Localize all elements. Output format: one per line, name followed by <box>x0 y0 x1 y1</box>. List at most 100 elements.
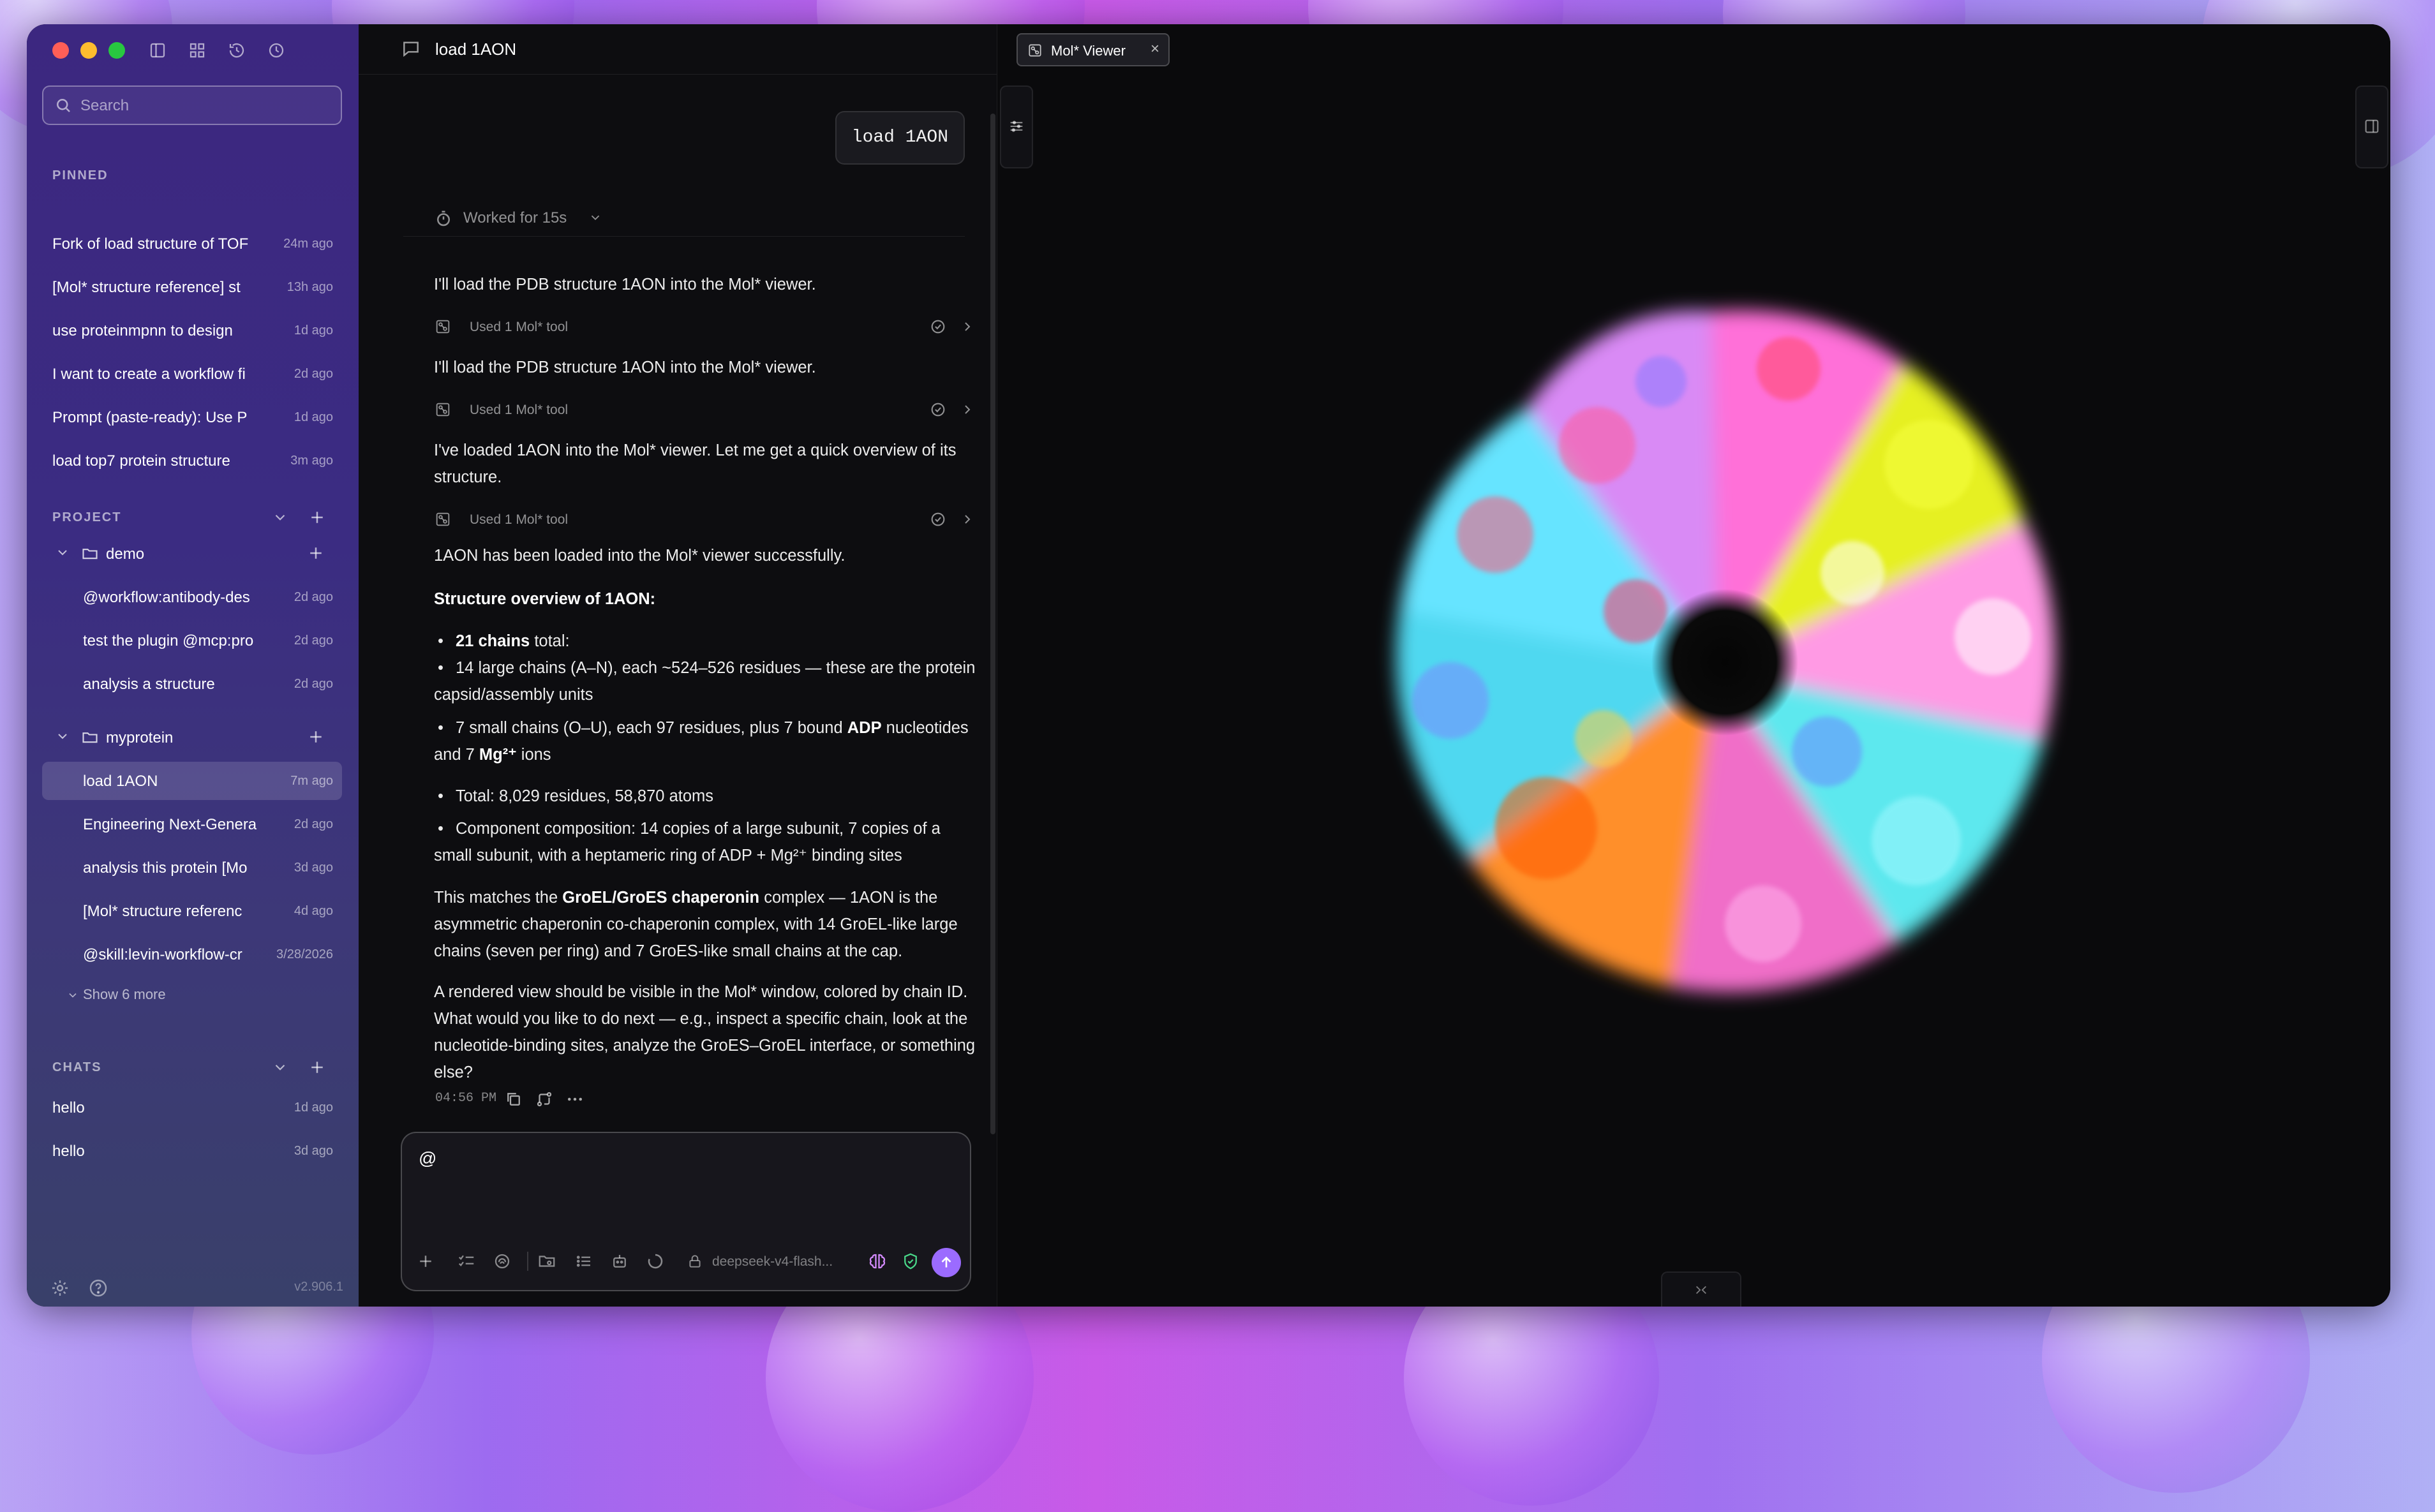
bullet-item: • 21 chains total: <box>434 628 983 655</box>
chevron-down-icon[interactable] <box>272 509 288 526</box>
project-item[interactable]: [Mol* structure referenc 4d ago <box>42 892 342 930</box>
message-timestamp: 04:56 PM <box>435 1091 497 1106</box>
minimize-window-button[interactable] <box>80 42 97 59</box>
tool-call-row[interactable]: Used 1 Mol* tool <box>434 396 983 424</box>
project-item[interactable]: analysis a structure 2d ago <box>42 665 342 703</box>
chat-item[interactable]: hello 3d ago <box>42 1132 342 1170</box>
pinned-item[interactable]: [Mol* structure reference] st 13h ago <box>42 268 342 306</box>
item-label: analysis a structure <box>83 676 215 693</box>
add-chat-icon[interactable] <box>306 544 325 563</box>
project-item[interactable]: Engineering Next-Genera 2d ago <box>42 805 342 843</box>
search-input[interactable] <box>79 87 337 125</box>
project-item[interactable]: analysis this protein [Mo 3d ago <box>42 849 342 887</box>
close-window-button[interactable] <box>52 42 69 59</box>
chat-scrollbar[interactable] <box>990 114 995 1134</box>
new-chat-icon[interactable] <box>308 1058 327 1077</box>
bullet-bold: 21 chains <box>456 632 530 650</box>
project-item[interactable]: @workflow:antibody-des 2d ago <box>42 578 342 616</box>
viewer-controls-toggle[interactable] <box>1000 85 1033 168</box>
assistant-paragraph: This matches the GroEL/GroES chaperonin … <box>434 884 983 965</box>
viewer-bottom-toggle[interactable] <box>1661 1271 1741 1307</box>
pinned-item[interactable]: Fork of load structure of TOF 24m ago <box>42 225 342 263</box>
molecule-tool-icon <box>436 512 450 526</box>
branch-icon[interactable] <box>535 1090 554 1109</box>
chat-item[interactable]: hello 1d ago <box>42 1088 342 1127</box>
bullet-dot: • <box>438 820 443 838</box>
list-icon[interactable] <box>574 1252 593 1271</box>
item-label: load 1AON <box>83 773 158 790</box>
project-item-active[interactable]: load 1AON 7m ago <box>42 762 342 800</box>
message-composer[interactable]: @ deepseek-v4-flash... <box>401 1132 971 1291</box>
send-button[interactable] <box>932 1248 961 1277</box>
close-tab-icon[interactable]: × <box>1150 40 1159 58</box>
user-message: load 1AON <box>835 111 965 165</box>
chat-header: load 1AON <box>359 24 997 75</box>
app-version: v2.906.1 <box>294 1280 343 1294</box>
robot-icon[interactable] <box>610 1252 629 1271</box>
worked-duration[interactable]: Worked for 15s <box>463 209 600 227</box>
sidebar-toggle-icon[interactable] <box>148 41 167 60</box>
protein-structure-render[interactable] <box>1304 254 2133 1083</box>
bullet-dot: • <box>438 632 443 650</box>
folder-label: demo <box>106 545 145 563</box>
folder-myprotein[interactable]: myprotein <box>42 718 342 757</box>
history-icon[interactable] <box>227 41 246 60</box>
pinned-item[interactable]: use proteinmpnn to design 1d ago <box>42 311 342 350</box>
bullet-text: 7 small chains (O–U), each 97 residues, … <box>456 719 847 737</box>
show-more-button[interactable]: Show 6 more <box>69 986 166 1003</box>
bullet-dot: • <box>438 659 443 677</box>
bullet-item: • 7 small chains (O–U), each 97 residues… <box>434 715 983 768</box>
bullet-bold: ADP <box>847 719 882 737</box>
settings-gear-icon[interactable] <box>50 1278 70 1298</box>
message-input[interactable]: @ <box>417 1147 956 1226</box>
apps-grid-icon[interactable] <box>188 41 207 60</box>
pinned-item[interactable]: I want to create a workflow fi 2d ago <box>42 355 342 393</box>
folder-demo[interactable]: demo <box>42 535 342 573</box>
item-label: hello <box>52 1143 85 1160</box>
chevron-down-icon <box>591 215 600 221</box>
clock-icon[interactable] <box>267 41 286 60</box>
add-project-icon[interactable] <box>308 508 327 527</box>
chat-bubble-icon <box>403 41 419 57</box>
chevron-down-icon[interactable] <box>272 1059 288 1076</box>
tool-call-row[interactable]: Used 1 Mol* tool <box>434 505 983 533</box>
project-section-title: PROJECT <box>52 510 122 524</box>
item-time: 2d ago <box>294 634 333 648</box>
checklist-icon[interactable] <box>457 1252 476 1271</box>
add-chat-icon[interactable] <box>306 727 325 746</box>
maximize-window-button[interactable] <box>108 42 125 59</box>
folder-search-icon[interactable] <box>537 1252 556 1271</box>
assistant-paragraph: A rendered view should be visible in the… <box>434 983 976 1081</box>
molstar-viewer-panel: Mol* Viewer × <box>997 24 2390 1307</box>
item-time: 4d ago <box>294 904 333 918</box>
item-time: 2d ago <box>294 817 333 831</box>
project-item[interactable]: @skill:levin-workflow-cr 3/28/2026 <box>42 935 342 974</box>
molecule-tool-icon <box>1029 44 1041 57</box>
brain-icon[interactable] <box>868 1252 887 1271</box>
more-options-icon[interactable] <box>565 1090 585 1109</box>
copy-icon[interactable] <box>504 1090 523 1109</box>
search-box[interactable] <box>42 85 342 125</box>
central-cavity <box>1651 589 1798 736</box>
item-label: load top7 protein structure <box>52 452 230 470</box>
chevron-right-icon <box>965 322 971 331</box>
project-item[interactable]: test the plugin @mcp:pro 2d ago <box>42 621 342 660</box>
para-text: This matches the <box>434 889 563 907</box>
viewer-panel-toggle[interactable] <box>2355 85 2388 168</box>
pinned-item[interactable]: load top7 protein structure 3m ago <box>42 441 342 480</box>
bullet-text: Component composition: 14 copies of a la… <box>434 820 941 864</box>
model-selector[interactable]: deepseek-v4-flash... <box>712 1254 833 1270</box>
help-icon[interactable] <box>88 1278 108 1298</box>
fingerprint-icon[interactable] <box>493 1252 512 1271</box>
pinned-item[interactable]: Prompt (paste-ready): Use P 1d ago <box>42 398 342 436</box>
tab-molstar-viewer[interactable]: Mol* Viewer × <box>1016 33 1170 66</box>
folder-open-icon <box>82 732 98 743</box>
tool-call-row[interactable]: Used 1 Mol* tool <box>434 313 983 341</box>
add-attachment-icon[interactable] <box>416 1252 435 1271</box>
tool-call-label: Used 1 Mol* tool <box>470 320 569 334</box>
timer-icon <box>437 211 450 226</box>
item-label: analysis this protein [Mo <box>83 859 248 877</box>
bullet-text: Total: 8,029 residues, 58,870 atoms <box>456 787 714 805</box>
shield-check-icon[interactable] <box>901 1252 920 1271</box>
lock-icon <box>689 1255 701 1268</box>
